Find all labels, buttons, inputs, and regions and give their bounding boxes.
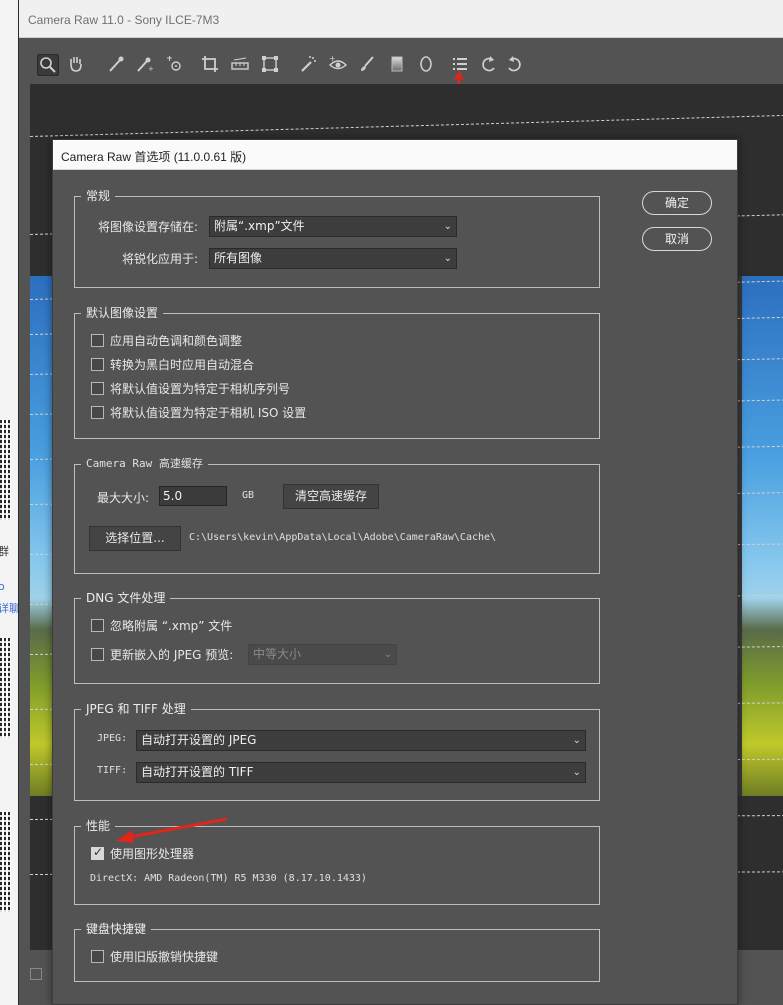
max-size-input[interactable]: 5.0 (159, 486, 227, 506)
minus-icon[interactable] (30, 968, 42, 980)
auto-grayscale-checkbox[interactable] (91, 358, 104, 371)
annotation-arrow-icon (116, 817, 228, 843)
auto-grayscale-label: 转换为黑白时应用自动混合 (110, 358, 255, 372)
white-balance-tool-icon[interactable] (105, 54, 127, 76)
serial-default-checkbox[interactable] (91, 382, 104, 395)
ignore-xmp-checkbox[interactable] (91, 619, 104, 632)
tiff-value: 自动打开设置的 TIFF (141, 765, 254, 779)
targeted-adjustment-tool-icon[interactable] (163, 54, 185, 76)
jpeg-tiff-legend: JPEG 和 TIFF 处理 (81, 701, 191, 717)
side-text-o: o (0, 580, 5, 593)
transform-tool-icon[interactable] (259, 54, 281, 76)
graduated-filter-icon[interactable] (386, 54, 408, 76)
update-preview-label: 更新嵌入的 JPEG 预览: (110, 648, 234, 662)
legacy-undo-label: 使用旧版撤销快捷键 (110, 950, 219, 964)
cache-group: Camera Raw 高速缓存 最大大小: 5.0 GB 清空高速缓存 选择位置… (74, 456, 600, 574)
iso-default-checkbox[interactable] (91, 406, 104, 419)
jpeg-tiff-group: JPEG 和 TIFF 处理 JPEG: 自动打开设置的 JPEG ⌄ TIFF… (74, 701, 600, 801)
preview-size-value: 中等大小 (253, 647, 302, 661)
rotate-left-icon[interactable] (478, 54, 500, 76)
cancel-button[interactable]: 取消 (642, 227, 712, 251)
cache-path: C:\Users\kevin\AppData\Local\Adobe\Camer… (189, 532, 497, 543)
side-text-chat: 详聊 (0, 602, 20, 615)
shortcuts-group: 键盘快捷键 使用旧版撤销快捷键 (74, 921, 600, 982)
window-title: Camera Raw 11.0 - Sony ILCE-7M3 (28, 13, 220, 27)
ok-button[interactable]: 确定 (642, 191, 712, 215)
save-settings-value: 附属“.xmp”文件 (214, 219, 305, 233)
cache-legend: Camera Raw 高速缓存 (81, 456, 208, 472)
background-web-page: 群 o 详聊 (0, 0, 20, 1005)
radial-filter-icon[interactable] (415, 54, 437, 76)
side-text-group: 群 (0, 545, 9, 558)
ignore-xmp-label: 忽略附属 “.xmp” 文件 (110, 619, 233, 633)
directx-info: DirectX: AMD Radeon(TM) R5 M330 (8.17.10… (90, 873, 367, 884)
general-group: 常规 将图像设置存储在: 附属“.xmp”文件 ⌄ 将锐化应用于: 所有图像 ⌄ (74, 188, 600, 288)
purge-cache-button[interactable]: 清空高速缓存 (283, 484, 379, 509)
use-gpu-label: 使用图形处理器 (110, 847, 195, 861)
dng-group: DNG 文件处理 忽略附属 “.xmp” 文件 更新嵌入的 JPEG 预览: 中… (74, 590, 600, 684)
crop-tool-icon[interactable] (199, 54, 221, 76)
serial-default-label: 将默认值设置为特定于相机序列号 (110, 382, 291, 396)
zoom-tool-icon[interactable] (37, 54, 59, 76)
qr-code-image (0, 812, 11, 912)
dialog-titlebar: Camera Raw 首选项 (11.0.0.61 版) (53, 140, 737, 170)
straighten-tool-icon[interactable] (229, 54, 251, 76)
jpeg-select[interactable]: 自动打开设置的 JPEG ⌄ (136, 730, 586, 751)
svg-text:+: + (148, 65, 154, 73)
jpeg-value: 自动打开设置的 JPEG (141, 733, 257, 747)
tiff-select[interactable]: 自动打开设置的 TIFF ⌄ (136, 762, 586, 783)
chevron-down-icon: ⌄ (572, 767, 581, 778)
preview-size-select[interactable]: 中等大小 ⌄ (248, 644, 397, 665)
red-eye-tool-icon[interactable]: + (327, 54, 349, 76)
save-settings-label: 将图像设置存储在: (98, 220, 199, 234)
window-titlebar: Camera Raw 11.0 - Sony ILCE-7M3 (19, 0, 783, 38)
qr-code-image (0, 420, 11, 520)
hand-tool-icon[interactable] (65, 54, 87, 76)
rotate-right-icon[interactable] (503, 54, 525, 76)
general-legend: 常规 (81, 188, 116, 204)
legacy-undo-checkbox[interactable] (91, 950, 104, 963)
spot-removal-tool-icon[interactable] (297, 54, 319, 76)
dng-legend: DNG 文件处理 (81, 590, 171, 606)
use-gpu-checkbox[interactable] (91, 845, 104, 860)
iso-default-label: 将默认值设置为特定于相机 ISO 设置 (110, 406, 307, 420)
preferences-dialog: Camera Raw 首选项 (11.0.0.61 版) 确定 取消 常规 将图… (52, 139, 738, 1005)
chevron-down-icon: ⌄ (443, 253, 452, 264)
svg-text:+: + (329, 54, 336, 63)
screen: 群 o 详聊 Camera Raw 11.0 - Sony ILCE-7M3 + (0, 0, 783, 1005)
select-location-button[interactable]: 选择位置... (89, 526, 181, 551)
max-size-label: 最大大小: (97, 491, 150, 505)
adjustment-brush-icon[interactable] (356, 54, 378, 76)
auto-tone-checkbox[interactable] (91, 334, 104, 347)
tool-bar: + + (19, 38, 783, 92)
dialog-title: Camera Raw 首选项 (11.0.0.61 版) (61, 150, 247, 164)
jpeg-label: JPEG: (97, 733, 128, 744)
update-preview-checkbox[interactable] (91, 648, 104, 661)
tiff-label: TIFF: (97, 765, 128, 776)
auto-tone-label: 应用自动色调和颜色调整 (110, 334, 243, 348)
sharpen-select[interactable]: 所有图像 ⌄ (209, 248, 457, 269)
shortcuts-legend: 键盘快捷键 (81, 921, 152, 937)
sharpen-value: 所有图像 (214, 251, 263, 265)
chevron-down-icon: ⌄ (572, 735, 581, 746)
default-image-group: 默认图像设置 应用自动色调和颜色调整 转换为黑白时应用自动混合 将默认值设置为特… (74, 305, 600, 439)
default-image-legend: 默认图像设置 (81, 305, 164, 321)
performance-group: 性能 使用图形处理器 DirectX: AMD Radeon(TM) R5 M3… (74, 817, 600, 905)
sharpen-label: 将锐化应用于: (122, 252, 199, 266)
chevron-down-icon: ⌄ (383, 649, 392, 660)
color-sampler-tool-icon[interactable]: + (133, 54, 155, 76)
save-settings-select[interactable]: 附属“.xmp”文件 ⌄ (209, 216, 457, 237)
chevron-down-icon: ⌄ (443, 221, 452, 232)
qr-code-image (0, 638, 11, 738)
unit-label: GB (242, 490, 255, 501)
